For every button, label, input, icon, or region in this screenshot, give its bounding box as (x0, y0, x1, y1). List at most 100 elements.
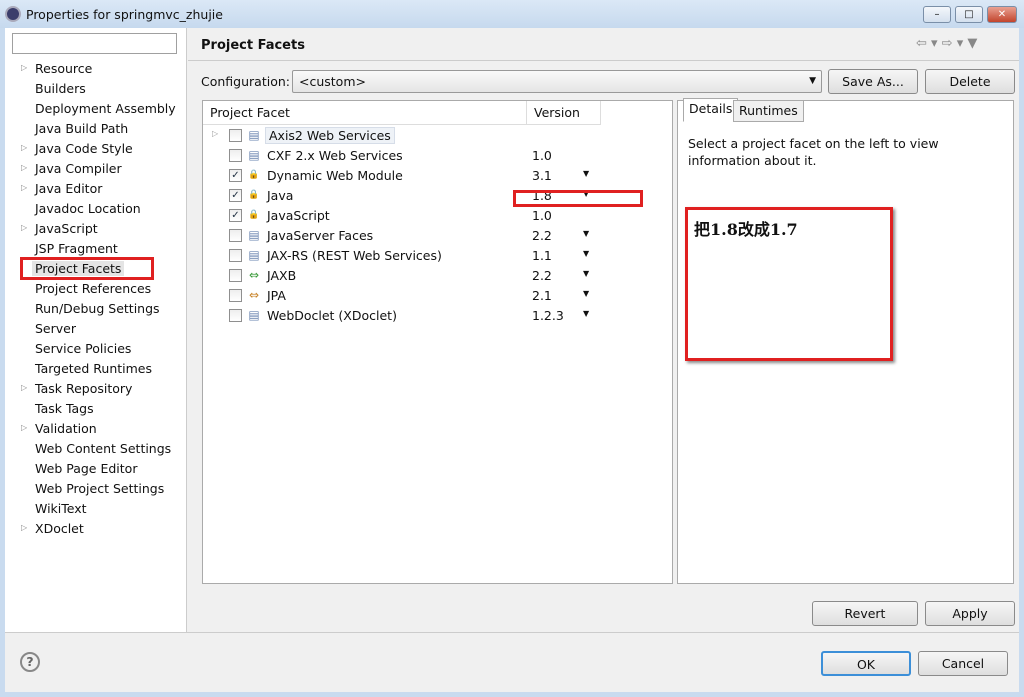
expand-arrow-icon[interactable]: ▷ (21, 63, 27, 72)
facet-name: JavaServer Faces (267, 228, 374, 243)
facet-version: 1.0 (532, 208, 552, 223)
expand-arrow-icon[interactable]: ▷ (21, 163, 27, 172)
divider (188, 60, 1019, 61)
facet-version[interactable]: 2.1 (532, 288, 552, 303)
facet-row[interactable]: ▤ JavaServer Faces 2.2 ▼ (203, 226, 673, 246)
facet-version[interactable]: 2.2 (532, 228, 552, 243)
facet-checkbox[interactable] (229, 289, 242, 302)
configuration-select[interactable]: <custom> ▼ (292, 70, 822, 93)
facet-name: Axis2 Web Services (265, 127, 395, 144)
sidebar-item-deployment-assembly[interactable]: Deployment Assembly (35, 101, 176, 116)
sidebar-item-wikitext[interactable]: WikiText (35, 501, 87, 516)
sidebar-item-java-build-path[interactable]: Java Build Path (35, 121, 128, 136)
facet-version[interactable]: 3.1 (532, 168, 552, 183)
facet-checkbox[interactable]: ✓ (229, 189, 242, 202)
column-header-version[interactable]: Version (527, 101, 601, 125)
tab-runtimes[interactable]: Runtimes (733, 100, 804, 122)
facet-checkbox[interactable] (229, 229, 242, 242)
sidebar-item-validation[interactable]: Validation (35, 421, 97, 436)
facet-row[interactable]: ▤ JAX-RS (REST Web Services) 1.1 ▼ (203, 246, 673, 266)
footer: ? OK Cancel (5, 632, 1019, 692)
sidebar-item-jsp-fragment[interactable]: JSP Fragment (35, 241, 118, 256)
dropdown-arrow-icon[interactable]: ▼ (583, 309, 589, 318)
filter-input[interactable] (12, 33, 177, 54)
expand-arrow-icon[interactable]: ▷ (21, 223, 27, 232)
save-as-button[interactable]: Save As... (828, 69, 918, 94)
sidebar-item-java-editor[interactable]: Java Editor (35, 181, 102, 196)
navigation-arrows[interactable]: ⇦ ▾ ⇨ ▾ ▼ (916, 36, 977, 51)
dropdown-arrow-icon[interactable]: ▼ (583, 169, 589, 178)
dropdown-arrow-icon[interactable]: ▼ (583, 269, 589, 278)
sidebar-item-task-tags[interactable]: Task Tags (35, 401, 94, 416)
sidebar-item-resource[interactable]: Resource (35, 61, 92, 76)
facet-row[interactable]: ✓ 🔒 Dynamic Web Module 3.1 ▼ (203, 166, 673, 186)
delete-button[interactable]: Delete (925, 69, 1015, 94)
apply-button[interactable]: Apply (925, 601, 1015, 626)
facet-version[interactable]: 1.1 (532, 248, 552, 263)
close-button[interactable]: ✕ (987, 6, 1017, 23)
expand-arrow-icon[interactable]: ▷ (21, 183, 27, 192)
sidebar-item-project-references[interactable]: Project References (35, 281, 151, 296)
facet-version[interactable]: 1.2.3 (532, 308, 564, 323)
facet-row[interactable]: ▤ CXF 2.x Web Services 1.0 (203, 146, 673, 166)
locked-web-icon: 🔒 (248, 170, 260, 180)
sidebar-item-targeted-runtimes[interactable]: Targeted Runtimes (35, 361, 152, 376)
facet-version[interactable]: 2.2 (532, 268, 552, 283)
configuration-value: <custom> (299, 74, 366, 89)
facet-checkbox[interactable] (229, 269, 242, 282)
sidebar-item-task-repository[interactable]: Task Repository (35, 381, 132, 396)
title-bar: Properties for springmvc_zhujie – □ ✕ (0, 0, 1024, 28)
facet-name: JAXB (267, 268, 297, 283)
expand-arrow-icon[interactable]: ▷ (212, 129, 218, 138)
sidebar-item-server[interactable]: Server (35, 321, 76, 336)
facet-row[interactable]: ⇔ JAXB 2.2 ▼ (203, 266, 673, 286)
facet-checkbox[interactable] (229, 309, 242, 322)
sidebar-item-web-project-settings[interactable]: Web Project Settings (35, 481, 164, 496)
facet-checkbox[interactable] (229, 129, 242, 142)
expand-arrow-icon[interactable]: ▷ (21, 423, 27, 432)
expand-arrow-icon[interactable]: ▷ (21, 523, 27, 532)
facet-checkbox[interactable] (229, 149, 242, 162)
sidebar-item-java-code-style[interactable]: Java Code Style (35, 141, 133, 156)
configuration-label: Configuration: (201, 74, 290, 89)
help-icon[interactable]: ? (20, 652, 40, 672)
facet-name: Java (267, 188, 294, 203)
dropdown-arrow-icon[interactable]: ▼ (583, 289, 589, 298)
minimize-button[interactable]: – (923, 6, 951, 23)
page-icon: ▤ (248, 148, 260, 162)
sidebar-item-javadoc-location[interactable]: Javadoc Location (35, 201, 141, 216)
revert-button[interactable]: Revert (812, 601, 918, 626)
facet-name: CXF 2.x Web Services (267, 148, 403, 163)
dropdown-arrow-icon[interactable]: ▼ (583, 229, 589, 238)
sidebar-item-java-compiler[interactable]: Java Compiler (35, 161, 122, 176)
facet-checkbox[interactable] (229, 249, 242, 262)
ok-button[interactable]: OK (821, 651, 911, 676)
facet-name: JAX-RS (REST Web Services) (267, 248, 442, 263)
sidebar-item-web-page-editor[interactable]: Web Page Editor (35, 461, 137, 476)
tab-details[interactable]: Details (683, 98, 739, 122)
sidebar-item-web-content-settings[interactable]: Web Content Settings (35, 441, 171, 456)
facet-name: JPA (267, 288, 286, 303)
sidebar-item-run-debug-settings[interactable]: Run/Debug Settings (35, 301, 160, 316)
expand-arrow-icon[interactable]: ▷ (21, 383, 27, 392)
arrows-orange-icon: ⇔ (248, 288, 260, 302)
sidebar-item-javascript[interactable]: JavaScript (35, 221, 98, 236)
facet-row[interactable]: ▷ ▤ Axis2 Web Services (203, 126, 673, 146)
facet-row[interactable]: ✓ 🔒 JavaScript 1.0 (203, 206, 673, 226)
facet-checkbox[interactable]: ✓ (229, 209, 242, 222)
maximize-button[interactable]: □ (955, 6, 983, 23)
sidebar-item-builders[interactable]: Builders (35, 81, 86, 96)
page-icon: ▤ (248, 128, 260, 142)
facet-row[interactable]: ⇔ JPA 2.1 ▼ (203, 286, 673, 306)
eclipse-icon (5, 6, 21, 22)
sidebar-item-service-policies[interactable]: Service Policies (35, 341, 131, 356)
facet-checkbox[interactable]: ✓ (229, 169, 242, 182)
sidebar-item-xdoclet[interactable]: XDoclet (35, 521, 84, 536)
expand-arrow-icon[interactable]: ▷ (21, 143, 27, 152)
dropdown-arrow-icon[interactable]: ▼ (583, 249, 589, 258)
column-header-facet[interactable]: Project Facet (203, 101, 527, 125)
cancel-button[interactable]: Cancel (918, 651, 1008, 676)
page-icon: ▤ (248, 308, 260, 322)
facet-row[interactable]: ▤ WebDoclet (XDoclet) 1.2.3 ▼ (203, 306, 673, 326)
facets-table: Project Facet Version ▷ ▤ Axis2 Web Servic… (202, 100, 673, 584)
